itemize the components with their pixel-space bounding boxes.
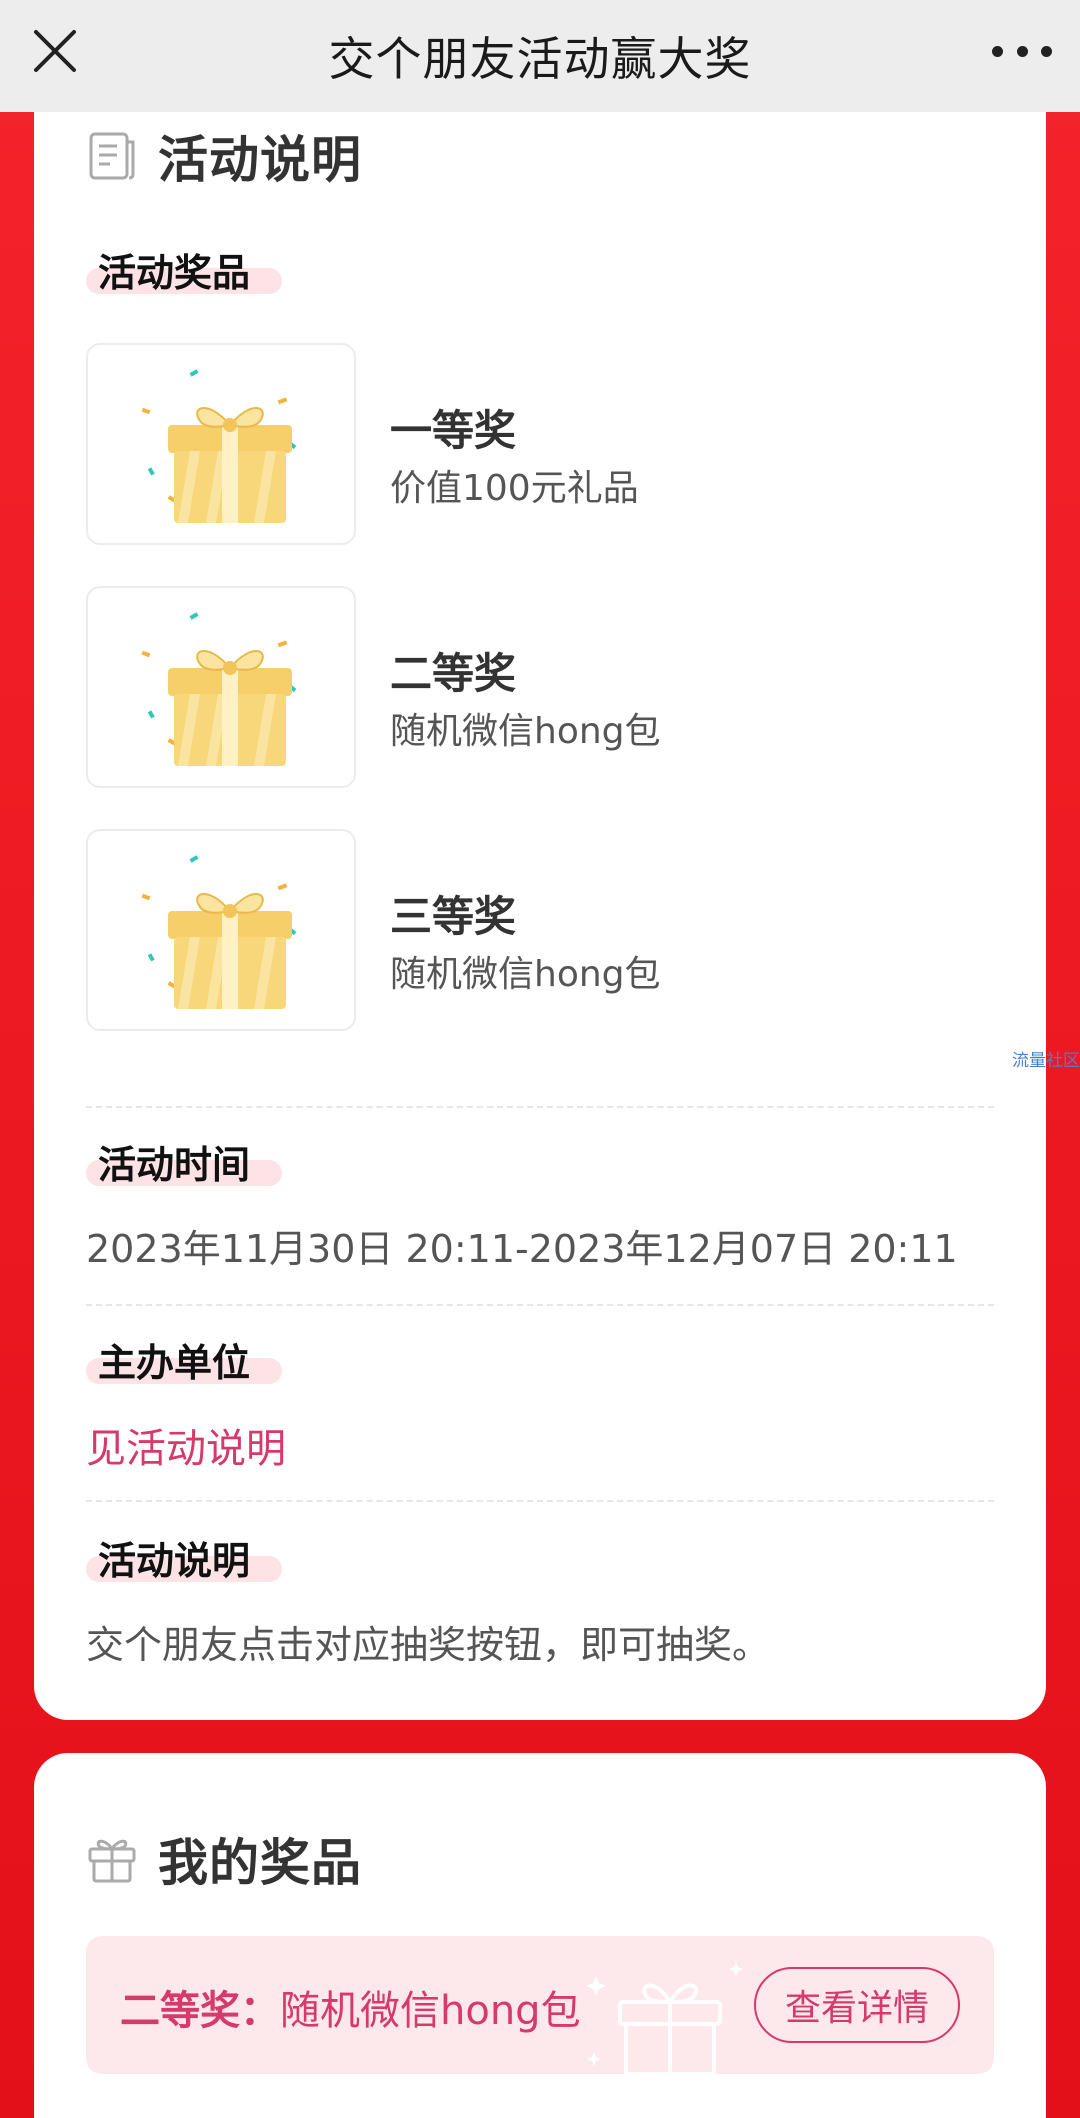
watermark-text: 流量社区 — [1012, 1051, 1080, 1071]
prize-name: 二等奖 — [390, 649, 517, 698]
description-label: 活动说明 — [86, 1530, 282, 1583]
more-options-icon[interactable] — [992, 26, 1052, 76]
page: 交个朋友活动赢大奖 活动说明 活动奖品 一等奖 价值100元礼品 二等奖 随机微… — [0, 0, 1080, 2118]
prize-item: 三等奖 随机微信hong包 — [86, 829, 986, 1033]
prizes-label: 活动奖品 — [86, 242, 282, 295]
page-title: 交个朋友活动赢大奖 — [328, 32, 752, 86]
prize-name: 三等奖 — [390, 892, 517, 941]
gift-box-image — [86, 343, 356, 545]
prize-item: 一等奖 价值100元礼品 — [86, 343, 986, 547]
divider — [86, 1106, 994, 1108]
my-prize-desc: 随机微信hong包 — [280, 1988, 581, 2034]
activity-header: 活动说明 — [86, 120, 362, 192]
prize-item: 二等奖 随机微信hong包 — [86, 586, 986, 790]
description-value: 交个朋友点击对应抽奖按钮，即可抽奖。 — [86, 1623, 771, 1667]
gift-icon — [88, 1839, 136, 1883]
divider — [86, 1500, 994, 1502]
prize-name: 一等奖 — [390, 406, 517, 455]
my-prize-item: 二等奖：随机微信hong包 查看详情 — [86, 1936, 994, 2074]
my-prizes-header: 我的奖品 — [86, 1823, 362, 1895]
activity-card: 活动说明 活动奖品 一等奖 价值100元礼品 二等奖 随机微信hong包 三等奖… — [34, 100, 1046, 1720]
top-nav-bar: 交个朋友活动赢大奖 — [0, 0, 1080, 112]
prize-desc: 随机微信hong包 — [390, 711, 661, 752]
time-value: 2023年11月30日 20:11-2023年12月07日 20:11 — [86, 1227, 958, 1271]
divider — [86, 1304, 994, 1306]
organizer-label: 主办单位 — [86, 1332, 282, 1385]
gift-box-image — [86, 829, 356, 1031]
view-details-button[interactable]: 查看详情 — [754, 1967, 960, 2043]
activity-heading: 活动说明 — [158, 131, 362, 189]
document-icon — [89, 132, 135, 180]
time-label: 活动时间 — [86, 1134, 282, 1187]
close-icon[interactable] — [30, 26, 80, 76]
prize-desc: 随机微信hong包 — [390, 954, 661, 995]
my-prizes-card: 我的奖品 二等奖：随机微信hong包 查看详情 — [34, 1753, 1046, 2118]
prize-desc: 价值100元礼品 — [390, 468, 639, 509]
organizer-link[interactable]: 见活动说明 — [86, 1416, 286, 1474]
my-prizes-heading: 我的奖品 — [158, 1834, 362, 1892]
my-prize-level: 二等奖： — [120, 1988, 280, 2034]
gift-decoration-icon — [586, 1962, 743, 2074]
gift-box-image — [86, 586, 356, 788]
my-prize-text: 二等奖：随机微信hong包 — [120, 1978, 581, 2036]
